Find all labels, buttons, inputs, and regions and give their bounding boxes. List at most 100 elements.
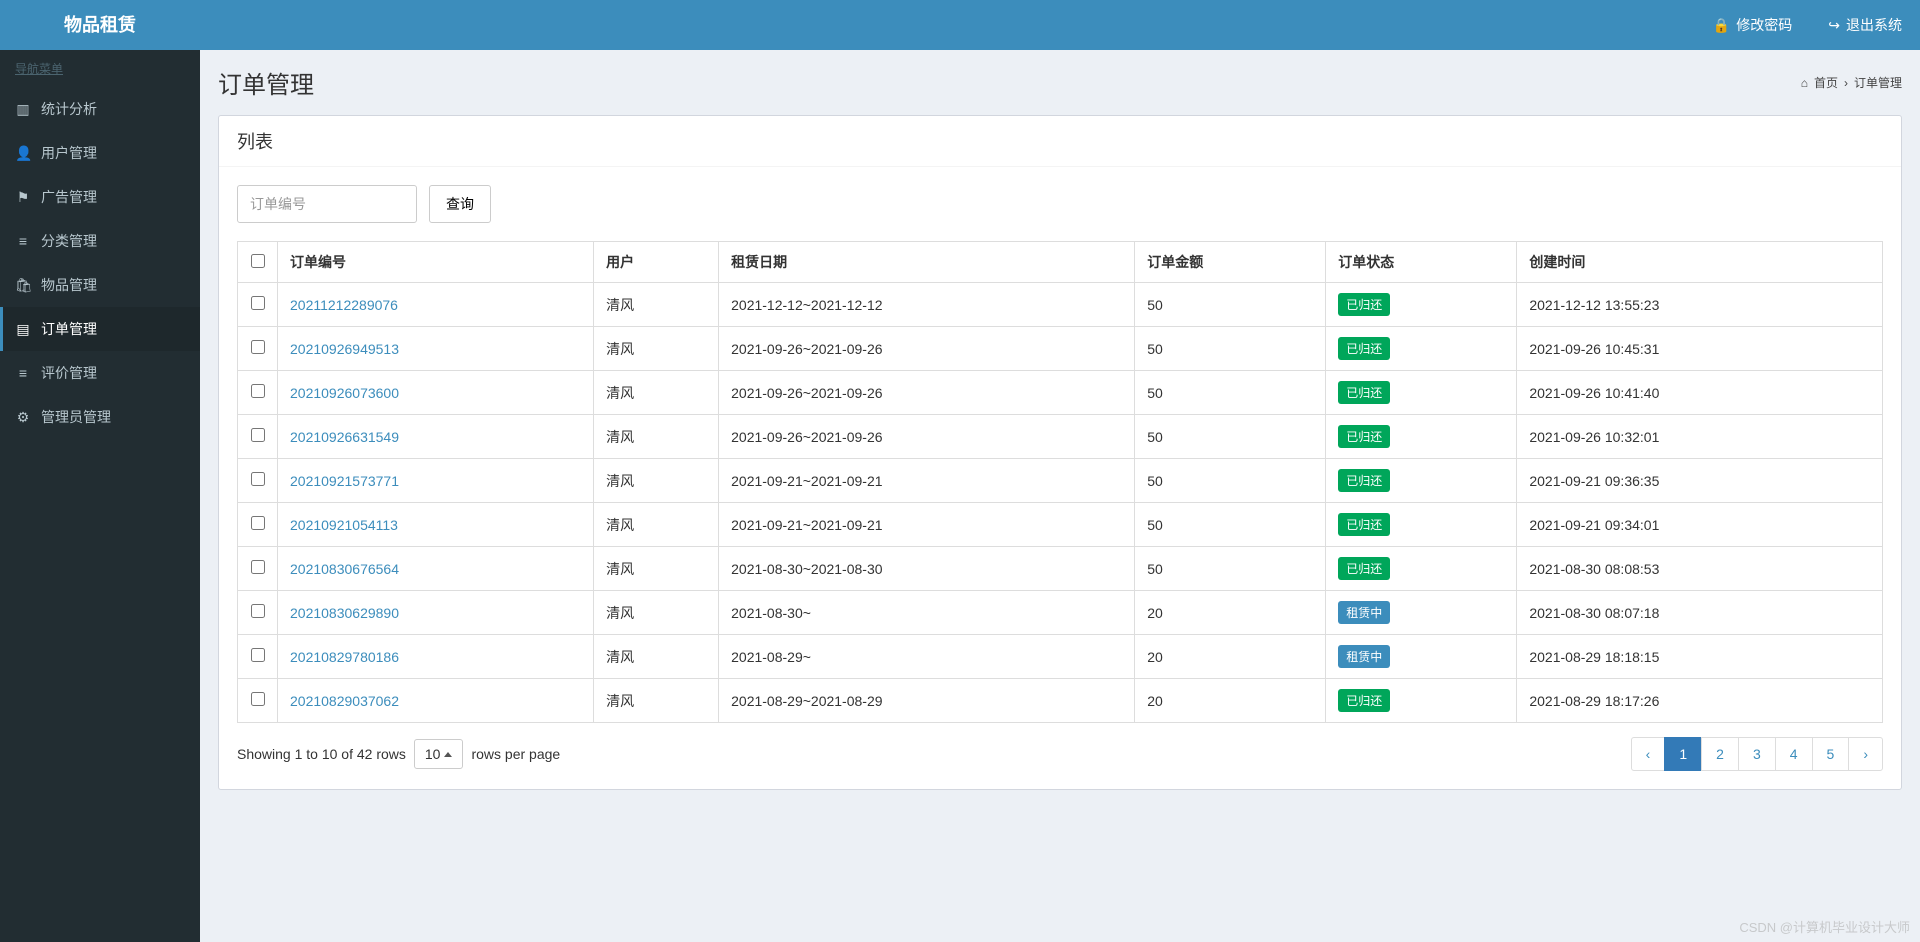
col-amount[interactable]: 订单金额 [1135, 242, 1326, 283]
topbar: 物品租赁 🔒 修改密码 ↪ 退出系统 [0, 0, 1920, 50]
sidebar-item-用户管理[interactable]: 👤 用户管理 [0, 131, 200, 175]
status-badge: 已归还 [1338, 513, 1390, 536]
change-password-label: 修改密码 [1736, 0, 1792, 50]
sidebar-item-分类管理[interactable]: ≡ 分类管理 [0, 219, 200, 263]
table-row: 20210926949513清风2021-09-26~2021-09-2650已… [238, 327, 1883, 371]
sidebar-item-label: 统计分析 [41, 99, 97, 119]
page-1[interactable]: 1 [1664, 737, 1702, 771]
table-footer: Showing 1 to 10 of 42 rows 10 rows per p… [237, 737, 1883, 771]
row-checkbox[interactable] [251, 516, 265, 530]
orders-table: 订单编号 用户 租赁日期 订单金额 订单状态 创建时间 202112122890… [237, 241, 1883, 723]
panel-header: 列表 [219, 116, 1901, 167]
status-badge: 已归还 [1338, 469, 1390, 492]
order-link[interactable]: 20211212289076 [290, 297, 398, 313]
flag-icon: ⚑ [15, 189, 31, 206]
sidebar-item-广告管理[interactable]: ⚑广告管理 [0, 175, 200, 219]
col-created[interactable]: 创建时间 [1517, 242, 1883, 283]
pagination: ‹12345› [1632, 737, 1883, 771]
sidebar-item-物品管理[interactable]: 🛍 物品管理 [0, 263, 200, 307]
rows-per-page-label: rows per page [471, 746, 560, 762]
row-checkbox[interactable] [251, 384, 265, 398]
breadcrumb-current: 订单管理 [1854, 74, 1902, 91]
table-row: 20210830629890清风2021-08-30~20租赁中2021-08-… [238, 591, 1883, 635]
order-link[interactable]: 20210926631549 [290, 429, 399, 445]
page-4[interactable]: 4 [1775, 737, 1813, 771]
caret-up-icon [444, 752, 452, 757]
order-link[interactable]: 20210921054113 [290, 517, 398, 533]
table-row: 20210830676564清风2021-08-30~2021-08-3050已… [238, 547, 1883, 591]
order-link[interactable]: 20210829037062 [290, 693, 399, 709]
table-row: 20210926631549清风2021-09-26~2021-09-2650已… [238, 415, 1883, 459]
user-icon: 👤 [15, 145, 31, 162]
breadcrumb-home[interactable]: 首页 [1814, 74, 1838, 91]
app-logo: 物品租赁 [0, 0, 200, 50]
row-checkbox[interactable] [251, 604, 265, 618]
status-badge: 已归还 [1338, 381, 1390, 404]
order-link[interactable]: 20210921573771 [290, 473, 399, 489]
row-checkbox[interactable] [251, 472, 265, 486]
search-button[interactable]: 查询 [429, 185, 491, 223]
status-badge: 已归还 [1338, 293, 1390, 316]
sidebar-item-订单管理[interactable]: ▤ 订单管理 [0, 307, 200, 351]
sidebar-item-管理员管理[interactable]: ⚙ 管理员管理 [0, 395, 200, 439]
sidebar-item-label: 评价管理 [41, 363, 97, 383]
table-row: 20210829037062清风2021-08-29~2021-08-2920已… [238, 679, 1883, 723]
select-all-checkbox[interactable] [251, 254, 265, 268]
page-3[interactable]: 3 [1738, 737, 1776, 771]
topbar-right: 🔒 修改密码 ↪ 退出系统 [1695, 0, 1920, 50]
bag-icon: 🛍 [15, 277, 31, 294]
order-link[interactable]: 20210830676564 [290, 561, 399, 577]
search-row: 查询 [237, 185, 1883, 223]
row-checkbox[interactable] [251, 560, 265, 574]
change-password-link[interactable]: 🔒 修改密码 [1695, 0, 1810, 50]
page-‹[interactable]: ‹ [1631, 737, 1666, 771]
sidebar-header[interactable]: 导航菜单 [0, 50, 200, 87]
status-badge: 租赁中 [1338, 645, 1390, 668]
col-date-range[interactable]: 租赁日期 [719, 242, 1135, 283]
sidebar: 导航菜单 ▥ 统计分析 👤 用户管理 ⚑广告管理 ≡ 分类管理 🛍 物品管理 ▤ 订单管理 ≡ 评价管理… [0, 50, 200, 942]
file-icon: ▤ [15, 321, 31, 338]
sidebar-item-label: 物品管理 [41, 275, 97, 295]
page-size-value: 10 [425, 746, 441, 762]
bar-chart-icon: ▥ [15, 101, 31, 118]
row-checkbox[interactable] [251, 340, 265, 354]
page-2[interactable]: 2 [1701, 737, 1739, 771]
order-link[interactable]: 20210830629890 [290, 605, 399, 621]
sidebar-item-统计分析[interactable]: ▥ 统计分析 [0, 87, 200, 131]
logout-link[interactable]: ↪ 退出系统 [1810, 0, 1920, 50]
col-user[interactable]: 用户 [594, 242, 719, 283]
sidebar-item-label: 用户管理 [41, 143, 97, 163]
page-title: 订单管理 [218, 65, 314, 100]
sidebar-item-label: 订单管理 [41, 319, 97, 339]
order-no-input[interactable] [237, 185, 417, 223]
page-size-select[interactable]: 10 [414, 739, 464, 769]
table-row: 20210921573771清风2021-09-21~2021-09-2150已… [238, 459, 1883, 503]
comment-icon: ≡ [15, 365, 31, 381]
row-checkbox[interactable] [251, 428, 265, 442]
home-icon: ⌂ [1801, 76, 1808, 90]
breadcrumb: ⌂ 首页 › 订单管理 [1801, 74, 1902, 91]
order-link[interactable]: 20210926073600 [290, 385, 399, 401]
order-link[interactable]: 20210829780186 [290, 649, 399, 665]
sidebar-item-label: 管理员管理 [41, 407, 111, 427]
sidebar-item-label: 分类管理 [41, 231, 97, 251]
page-5[interactable]: 5 [1812, 737, 1850, 771]
page-›[interactable]: › [1848, 737, 1883, 771]
gear-icon: ⚙ [15, 409, 31, 426]
row-checkbox[interactable] [251, 296, 265, 310]
table-row: 20210926073600清风2021-09-26~2021-09-2650已… [238, 371, 1883, 415]
status-badge: 已归还 [1338, 337, 1390, 360]
order-link[interactable]: 20210926949513 [290, 341, 399, 357]
select-all-header [238, 242, 278, 283]
row-checkbox[interactable] [251, 692, 265, 706]
sidebar-item-评价管理[interactable]: ≡ 评价管理 [0, 351, 200, 395]
status-badge: 已归还 [1338, 557, 1390, 580]
list-icon: ≡ [15, 233, 31, 249]
row-checkbox[interactable] [251, 648, 265, 662]
col-order-no[interactable]: 订单编号 [278, 242, 594, 283]
table-row: 20210829780186清风2021-08-29~20租赁中2021-08-… [238, 635, 1883, 679]
col-status[interactable]: 订单状态 [1326, 242, 1517, 283]
table-row: 20211212289076清风2021-12-12~2021-12-1250已… [238, 283, 1883, 327]
showing-text: Showing 1 to 10 of 42 rows [237, 746, 406, 762]
logout-label: 退出系统 [1846, 0, 1902, 50]
